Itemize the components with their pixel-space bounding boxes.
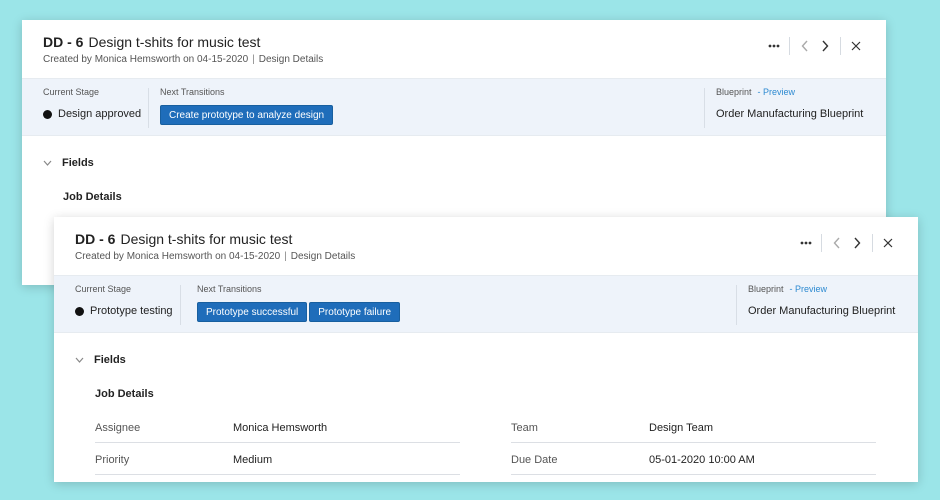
next-transitions-label: Next Transitions: [197, 284, 262, 294]
next-transitions-label: Next Transitions: [160, 87, 225, 97]
record-meta: Created by Monica Hemsworth on 04-15-202…: [75, 251, 355, 262]
stage-dot-icon: [43, 109, 52, 119]
blueprint-label-row: Blueprint - Preview: [716, 87, 795, 97]
fields-section-toggle[interactable]: Fields: [75, 354, 126, 366]
blueprint-label: Blueprint: [748, 284, 784, 294]
created-on-prefix: on: [215, 251, 227, 262]
detail-label: Priority: [95, 454, 130, 466]
record-meta: Created by Monica Hemsworth on 04-15-202…: [43, 54, 323, 65]
record-title: DD - 6 Design t-shits for music test: [75, 231, 292, 247]
stage-dot-icon: [75, 306, 84, 316]
current-stage-value: Prototype testing: [90, 305, 173, 317]
record-name: Design t-shits for music test: [120, 231, 293, 247]
chevron-down-icon: [75, 357, 84, 363]
header-controls: [796, 233, 898, 253]
record-title: DD - 6 Design t-shits for music test: [43, 34, 260, 50]
fields-section-toggle[interactable]: Fields: [43, 157, 94, 169]
detail-value: Design Team: [649, 422, 713, 434]
divider: [840, 37, 841, 55]
fields-label: Fields: [94, 354, 126, 366]
fields-label: Fields: [62, 157, 94, 169]
divider: [736, 285, 737, 325]
blueprint-name: Order Manufacturing Blueprint: [716, 108, 864, 120]
detail-value: Medium: [233, 454, 273, 466]
detail-value: 05-01-2020 10:00 AM: [649, 454, 755, 466]
transition-buttons: Prototype successful Prototype failure: [197, 302, 401, 322]
created-date: 04-15-2020: [228, 251, 281, 262]
record-name: Design t-shits for music test: [88, 34, 261, 50]
job-details-heading: Job Details: [63, 191, 122, 203]
current-stage: Design approved: [43, 108, 141, 120]
close-icon[interactable]: [878, 233, 898, 253]
more-horizontal-icon[interactable]: [796, 233, 816, 253]
chevron-right-icon[interactable]: [847, 233, 867, 253]
detail-row-team: Team Design Team: [511, 417, 876, 443]
blueprint-name: Order Manufacturing Blueprint: [748, 305, 896, 317]
record-header: DD - 6 Design t-shits for music test Crea…: [22, 20, 886, 79]
chevron-left-icon[interactable]: [827, 233, 847, 253]
detail-label: Due Date: [511, 454, 558, 466]
record-id: DD - 6: [75, 231, 116, 247]
transition-buttons: Create prototype to analyze design: [160, 105, 334, 125]
divider: [872, 234, 873, 252]
divider: [180, 285, 181, 325]
preview-link[interactable]: - Preview: [790, 284, 828, 294]
created-date: 04-15-2020: [196, 54, 249, 65]
created-on-prefix: on: [183, 54, 195, 65]
divider: [704, 88, 705, 128]
close-icon[interactable]: [846, 36, 866, 56]
blueprint-band: Current Stage Prototype testing Next Tra…: [54, 276, 918, 333]
detail-label: Assignee: [95, 422, 141, 434]
current-stage-label: Current Stage: [43, 87, 100, 97]
current-stage-label: Current Stage: [75, 284, 132, 294]
job-details-heading: Job Details: [95, 388, 154, 400]
transition-button-prototype-failure[interactable]: Prototype failure: [309, 302, 401, 322]
transition-button-create-prototype[interactable]: Create prototype to analyze design: [160, 105, 334, 125]
created-by-user: Monica Hemsworth: [126, 251, 213, 262]
blueprint-band: Current Stage Design approved Next Trans…: [22, 79, 886, 136]
current-stage: Prototype testing: [75, 305, 173, 317]
layout-name: Design Details: [290, 251, 356, 262]
created-by-prefix: Created by: [75, 251, 124, 262]
layout-name: Design Details: [258, 54, 324, 65]
created-by-prefix: Created by: [43, 54, 92, 65]
divider: [821, 234, 822, 252]
detail-row-assignee: Assignee Monica Hemsworth: [95, 417, 460, 443]
divider: [148, 88, 149, 128]
meta-separator: |: [252, 54, 255, 65]
record-panel-front: DD - 6 Design t-shits for music test Crea…: [54, 217, 918, 482]
blueprint-label: Blueprint: [716, 87, 752, 97]
meta-separator: |: [284, 251, 287, 262]
record-header: DD - 6 Design t-shits for music test Crea…: [54, 217, 918, 276]
current-stage-value: Design approved: [58, 108, 142, 120]
chevron-down-icon: [43, 160, 52, 166]
detail-value: Monica Hemsworth: [233, 422, 328, 434]
header-controls: [764, 36, 866, 56]
transition-button-prototype-successful[interactable]: Prototype successful: [197, 302, 308, 322]
detail-row-priority: Priority Medium: [95, 449, 460, 475]
blueprint-label-row: Blueprint - Preview: [748, 284, 827, 294]
divider: [789, 37, 790, 55]
detail-row-due-date: Due Date 05-01-2020 10:00 AM: [511, 449, 876, 475]
chevron-left-icon[interactable]: [795, 36, 815, 56]
chevron-right-icon[interactable]: [815, 36, 835, 56]
detail-label: Team: [511, 422, 538, 434]
more-horizontal-icon[interactable]: [764, 36, 784, 56]
record-id: DD - 6: [43, 34, 84, 50]
preview-link[interactable]: - Preview: [758, 87, 796, 97]
created-by-user: Monica Hemsworth: [94, 54, 181, 65]
